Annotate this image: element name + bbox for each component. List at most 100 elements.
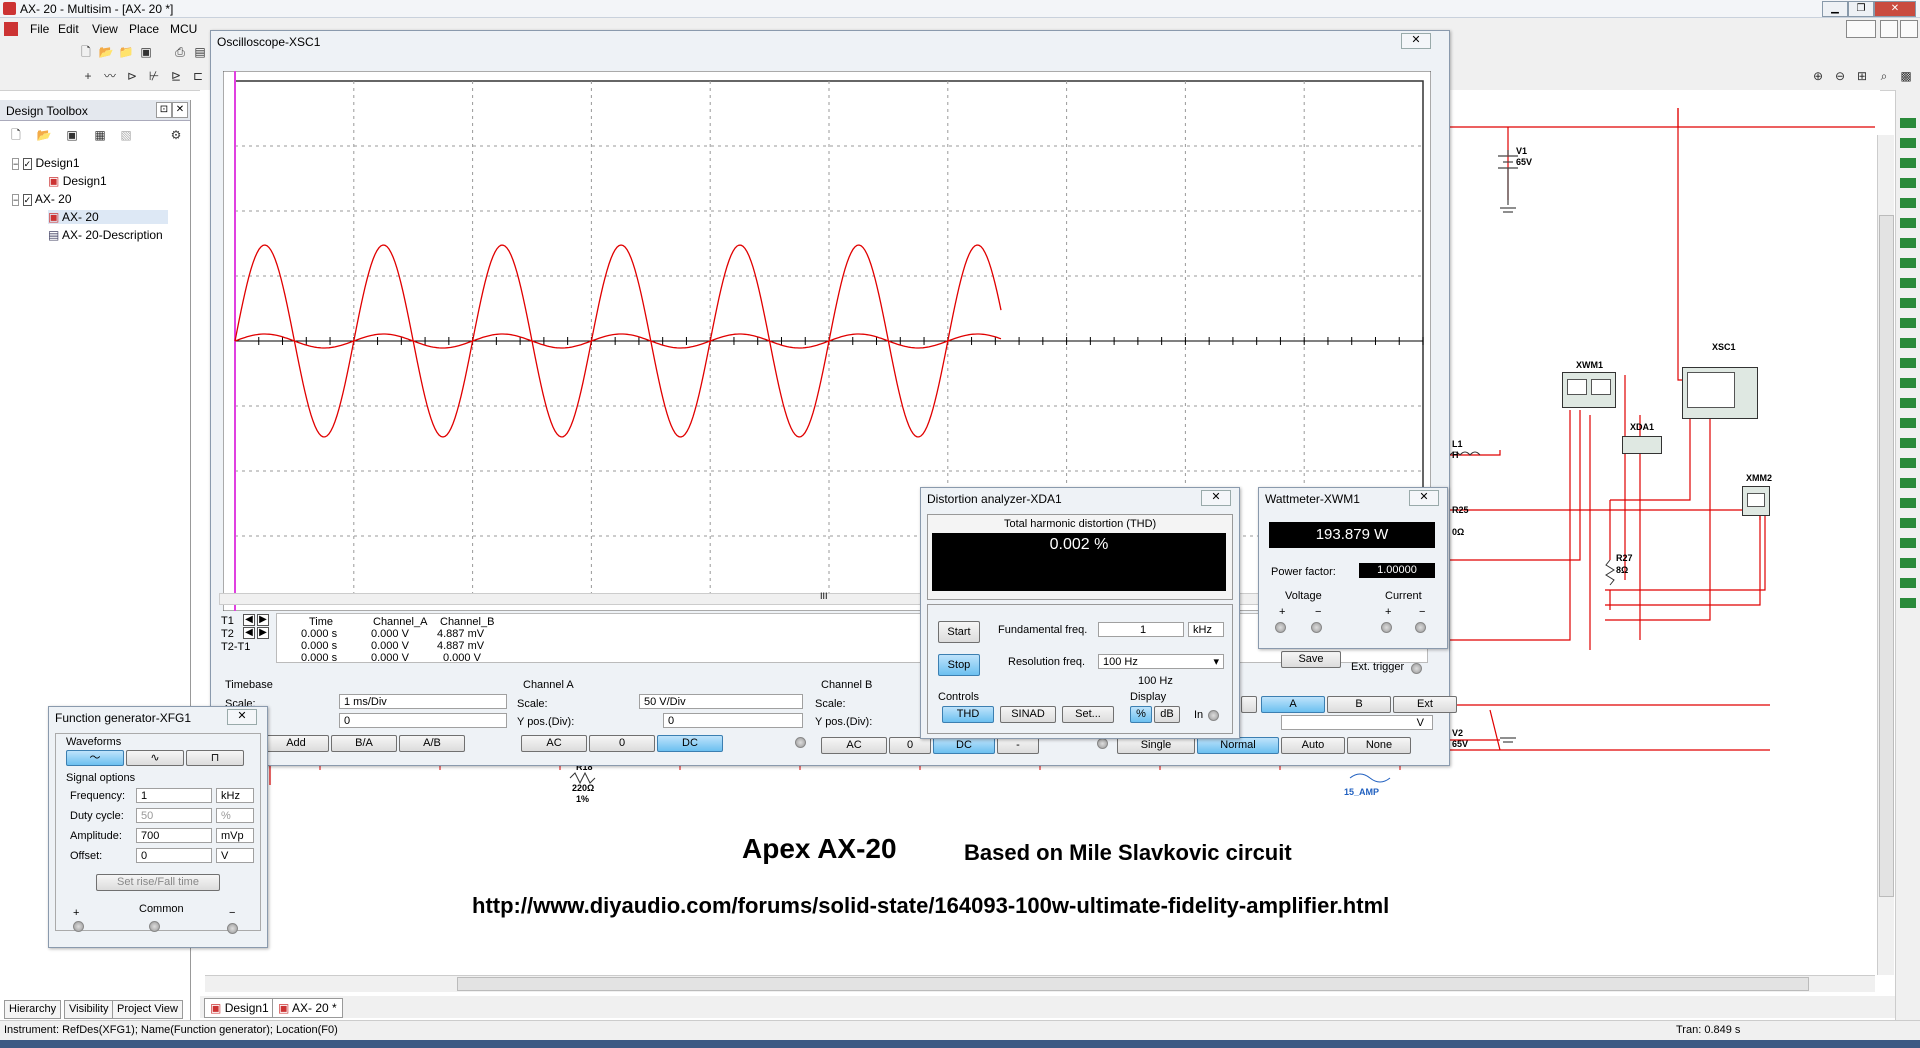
- schematic-url: http://www.diyaudio.com/forums/solid-sta…: [472, 893, 1390, 918]
- distortion-close-button[interactable]: ✕: [1201, 490, 1231, 506]
- display-label: Display: [1130, 691, 1167, 703]
- current-plus-terminal[interactable]: [1381, 622, 1392, 633]
- screen-scrollbar[interactable]: III: [219, 591, 1435, 605]
- channel-b-zero-button[interactable]: 0: [889, 737, 931, 754]
- voltage-label: Voltage: [1285, 590, 1322, 602]
- l1-label: L1: [1452, 439, 1463, 449]
- vertical-scroll-thumb[interactable]: [1879, 215, 1894, 897]
- channel-a-terminal[interactable]: [795, 737, 806, 748]
- simulation-time: Tran: 0.849 s: [1676, 1024, 1741, 1036]
- instrument-icons-icon[interactable]: [1900, 118, 1916, 618]
- channel-b-minus-button[interactable]: -: [997, 737, 1039, 754]
- offset-unit[interactable]: V: [216, 848, 254, 863]
- sine-wave-button[interactable]: 〜: [66, 750, 124, 766]
- tab-ax20[interactable]: ▣ AX- 20 *: [272, 998, 343, 1018]
- duty-cycle-unit[interactable]: %: [216, 808, 254, 823]
- voltage-plus-label: +: [1279, 606, 1286, 618]
- timebase-xpos-field[interactable]: 0: [339, 713, 507, 728]
- voltage-plus-terminal[interactable]: [1275, 622, 1286, 633]
- oscilloscope-close-button[interactable]: ✕: [1401, 33, 1431, 49]
- horizontal-scroll-thumb[interactable]: [457, 977, 1809, 991]
- channel-b-dc-button[interactable]: DC: [933, 737, 995, 754]
- save-button[interactable]: Save: [1281, 651, 1341, 668]
- trigger-level-field[interactable]: V: [1281, 715, 1433, 730]
- trigger-auto-button[interactable]: Auto: [1281, 737, 1345, 754]
- trigger-normal-button[interactable]: Normal: [1197, 737, 1279, 754]
- vertical-scrollbar[interactable]: [1877, 135, 1894, 975]
- oscilloscope-instrument-icon[interactable]: [1682, 367, 1758, 419]
- common-terminal[interactable]: [149, 921, 160, 932]
- minus-terminal[interactable]: [227, 923, 238, 934]
- frequency-label: Frequency:: [70, 790, 126, 802]
- horizontal-scrollbar[interactable]: [205, 975, 1875, 992]
- trigger-source-ext-button[interactable]: Ext: [1393, 696, 1457, 713]
- triangle-wave-button[interactable]: ∿: [126, 750, 184, 766]
- funcgen-close-button[interactable]: ✕: [227, 709, 257, 725]
- set-button[interactable]: Set...: [1062, 706, 1114, 723]
- trigger-terminal[interactable]: [1097, 738, 1108, 749]
- distortion-title: Distortion analyzer-XDA1: [927, 492, 1062, 506]
- funcgen-title: Function generator-XFG1: [55, 711, 192, 725]
- fundamental-freq-unit[interactable]: kHz: [1188, 622, 1224, 637]
- trigger-source-b-button[interactable]: B: [1327, 696, 1391, 713]
- multimeter-instrument-icon[interactable]: [1742, 486, 1770, 516]
- trigger-none-button[interactable]: None: [1347, 737, 1411, 754]
- current-minus-terminal[interactable]: [1415, 622, 1426, 633]
- tab-design1[interactable]: ▣ Design1: [204, 998, 275, 1018]
- db-button[interactable]: dB: [1154, 706, 1180, 723]
- channel-a-zero-button[interactable]: 0: [589, 735, 655, 752]
- trigger-source-a-button[interactable]: A: [1261, 696, 1325, 713]
- wattmeter-instrument-icon[interactable]: [1562, 372, 1616, 408]
- oscilloscope-screen[interactable]: [223, 71, 1431, 611]
- t2-left-arrow-icon[interactable]: ◀: [243, 627, 255, 639]
- distortion-analyzer-instrument-icon[interactable]: [1622, 436, 1662, 454]
- square-wave-button[interactable]: ⊓: [186, 750, 244, 766]
- frequency-unit[interactable]: kHz: [216, 788, 254, 803]
- channel-a-scale-field[interactable]: 50 V/Div: [639, 694, 803, 709]
- xwm1-label: XWM1: [1576, 360, 1603, 370]
- plus-terminal[interactable]: [73, 921, 84, 932]
- t1-left-arrow-icon[interactable]: ◀: [243, 614, 255, 626]
- l1-value: H: [1452, 450, 1459, 460]
- t2-right-arrow-icon[interactable]: ▶: [257, 627, 269, 639]
- thd-display: 0.002 %: [932, 533, 1226, 591]
- amplitude-field[interactable]: 700: [136, 828, 212, 843]
- start-button[interactable]: Start: [938, 621, 980, 643]
- ext-trigger-terminal[interactable]: [1411, 663, 1422, 674]
- timebase-title: Timebase: [225, 679, 273, 691]
- offset-field[interactable]: 0: [136, 848, 212, 863]
- t1-right-arrow-icon[interactable]: ▶: [257, 614, 269, 626]
- channel-a-dc-button[interactable]: DC: [657, 735, 723, 752]
- channel-a-ac-button[interactable]: AC: [521, 735, 587, 752]
- set-rise-fall-button[interactable]: Set rise/Fall time: [96, 874, 220, 891]
- waveforms-label: Waveforms: [66, 736, 122, 748]
- amplitude-unit[interactable]: mVp: [216, 828, 254, 843]
- v2-label: V2: [1452, 728, 1464, 738]
- input-terminal[interactable]: [1208, 710, 1219, 721]
- duty-cycle-field[interactable]: 50: [136, 808, 212, 823]
- channel-a-ypos-field[interactable]: 0: [663, 713, 803, 728]
- trigger-single-button[interactable]: Single: [1117, 737, 1195, 754]
- sinad-button[interactable]: SINAD: [1000, 706, 1056, 723]
- thd-button[interactable]: THD: [942, 706, 994, 723]
- timebase-scale-field[interactable]: 1 ms/Div: [339, 694, 507, 709]
- frequency-field[interactable]: 1: [136, 788, 212, 803]
- channel-b-ac-button[interactable]: AC: [821, 737, 887, 754]
- v1-label: V1: [1516, 146, 1528, 156]
- voltage-minus-terminal[interactable]: [1311, 622, 1322, 633]
- fundamental-freq-field[interactable]: 1: [1098, 622, 1184, 637]
- amplitude-label: Amplitude:: [70, 830, 122, 842]
- timebase-add-button[interactable]: Add: [263, 735, 329, 752]
- timebase-ab-button[interactable]: A/B: [399, 735, 465, 752]
- stop-button[interactable]: Stop: [938, 654, 980, 676]
- percent-button[interactable]: %: [1130, 706, 1152, 723]
- timebase-ba-button[interactable]: B/A: [331, 735, 397, 752]
- current-plus-label: +: [1385, 606, 1392, 618]
- power-factor-label: Power factor:: [1271, 566, 1336, 578]
- oscilloscope-window: Oscilloscope-XSC1 ✕ III T1 T2 T2-T1 ◀ ▶ …: [210, 30, 1457, 766]
- wattmeter-close-button[interactable]: ✕: [1409, 490, 1439, 506]
- oscilloscope-title: Oscilloscope-XSC1: [217, 35, 321, 49]
- xmm2-label: XMM2: [1746, 473, 1773, 483]
- resolution-freq-select[interactable]: 100 Hz ▾: [1098, 654, 1224, 669]
- trigger-edge-button[interactable]: [1241, 696, 1257, 713]
